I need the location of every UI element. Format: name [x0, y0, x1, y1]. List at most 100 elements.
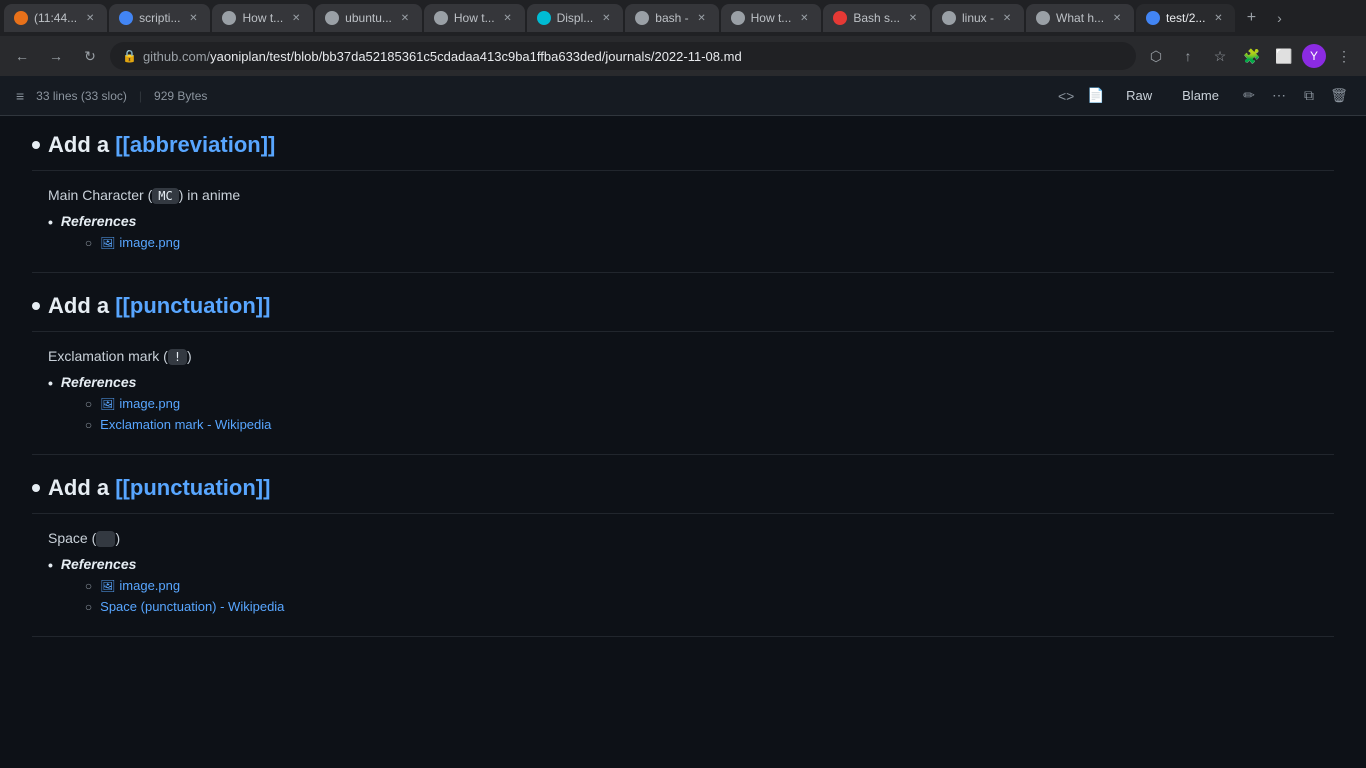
tab-favicon-7	[635, 11, 649, 25]
sub-bullet-1: ○	[85, 236, 92, 250]
main-content: Add a [[abbreviation]] Main Character (M…	[0, 116, 1366, 768]
raw-button[interactable]: Raw	[1115, 83, 1163, 108]
tab-close-10[interactable]: ✕	[1000, 11, 1014, 25]
back-button[interactable]: ←	[8, 42, 36, 70]
tab-12[interactable]: test/2... ✕	[1136, 4, 1235, 32]
sub-list-3: ○ image.png ○ Space (punctuation) - Wiki…	[61, 578, 285, 614]
file-view-icon[interactable]: 📄	[1085, 85, 1107, 107]
tab-close-6[interactable]: ✕	[599, 11, 613, 25]
sub-item-wiki-exclamation: ○ Exclamation mark - Wikipedia	[85, 417, 271, 432]
tab-label-10: linux -	[962, 11, 994, 25]
tab-close-3[interactable]: ✕	[289, 11, 303, 25]
bookmark-icon[interactable]: ☆	[1206, 42, 1234, 70]
inline-code-mc: MC	[152, 188, 178, 204]
tab-close-11[interactable]: ✕	[1110, 11, 1124, 25]
wikipedia-link-space[interactable]: Space (punctuation) - Wikipedia	[100, 599, 284, 614]
url-text: github.com/yaoniplan/test/blob/bb37da521…	[143, 49, 1124, 64]
tab-label-3: How t...	[242, 11, 283, 25]
image-link-2[interactable]: image.png	[100, 396, 180, 411]
wikilink-abbreviation[interactable]: [[abbreviation]]	[115, 132, 275, 157]
file-stats: ≡ 33 lines (33 sloc) | 929 Bytes	[16, 88, 207, 104]
tab-close-9[interactable]: ✕	[906, 11, 920, 25]
list-item-references-2: • References ○ image.png ○ Exclamation m…	[48, 374, 1334, 438]
sidebar-icon[interactable]: ⬜	[1270, 42, 1298, 70]
tab-5[interactable]: How t... ✕	[424, 4, 525, 32]
tab-close-1[interactable]: ✕	[83, 11, 97, 25]
list-icon: ≡	[16, 88, 24, 104]
wikipedia-link-exclamation[interactable]: Exclamation mark - Wikipedia	[100, 417, 271, 432]
tab-label-8: How t...	[751, 11, 792, 25]
image-link-1[interactable]: image.png	[100, 235, 180, 250]
section-punctuation-2-header: Add a [[punctuation]]	[32, 475, 1334, 514]
code-view-icon[interactable]: <>	[1055, 85, 1077, 107]
menu-icon[interactable]: ⋮	[1330, 42, 1358, 70]
extensions-icon[interactable]: 🧩	[1238, 42, 1266, 70]
tab-close-8[interactable]: ✕	[797, 11, 811, 25]
wikilink-punctuation-1[interactable]: [[punctuation]]	[115, 293, 270, 318]
tab-close-7[interactable]: ✕	[695, 11, 709, 25]
section-body-1: Main Character (MC) in anime • Reference…	[32, 187, 1334, 256]
tab-label-11: What h...	[1056, 11, 1104, 25]
tab-6[interactable]: Displ... ✕	[527, 4, 624, 32]
tab-close-5[interactable]: ✕	[501, 11, 515, 25]
address-bar: ← → ↻ 🔒 github.com/yaoniplan/test/blob/b…	[0, 36, 1366, 76]
image-link-3[interactable]: image.png	[100, 578, 180, 593]
copy-icon[interactable]: ⧉	[1298, 85, 1320, 107]
references-container-2: References ○ image.png ○ Exclamation mar…	[61, 374, 271, 438]
edit-icon[interactable]: ✏	[1238, 85, 1260, 107]
tab-label-12: test/2...	[1166, 11, 1205, 25]
tab-favicon-2	[119, 11, 133, 25]
file-info-bar: ≡ 33 lines (33 sloc) | 929 Bytes <> 📄 Ra…	[0, 76, 1366, 116]
sub-bullet-3b: ○	[85, 600, 92, 614]
bullet-list-2: • References ○ image.png ○ Exclamation m…	[48, 374, 1334, 438]
tab-favicon-3	[222, 11, 236, 25]
section-text-2: Exclamation mark (!)	[48, 348, 1334, 364]
tab-scroll-arrow[interactable]: ›	[1267, 6, 1291, 30]
section-punctuation-2: Add a [[punctuation]] Space ( ) • Refere…	[32, 475, 1334, 620]
tab-close-2[interactable]: ✕	[186, 11, 200, 25]
tab-8[interactable]: How t... ✕	[721, 4, 822, 32]
tab-7[interactable]: bash - ✕	[625, 4, 718, 32]
lines-count: 33 lines (33 sloc)	[36, 89, 127, 103]
tab-favicon-5	[434, 11, 448, 25]
delete-icon[interactable]: 🗑	[1328, 85, 1350, 107]
url-bar[interactable]: 🔒 github.com/yaoniplan/test/blob/bb37da5…	[110, 42, 1136, 70]
forward-button[interactable]: →	[42, 42, 70, 70]
tab-label-4: ubuntu...	[345, 11, 392, 25]
more-icon[interactable]: ⋯	[1268, 85, 1290, 107]
divider-3	[32, 636, 1334, 637]
profile-icon[interactable]: Y	[1302, 44, 1326, 68]
tab-label-9: Bash s...	[853, 11, 900, 25]
tab-9[interactable]: Bash s... ✕	[823, 4, 930, 32]
tab-11[interactable]: What h... ✕	[1026, 4, 1134, 32]
references-label-2: References	[61, 374, 137, 390]
tab-label-7: bash -	[655, 11, 688, 25]
tab-10[interactable]: linux - ✕	[932, 4, 1024, 32]
bullet-dot-1: •	[48, 214, 53, 230]
tab-label-1: (11:44...	[34, 11, 77, 25]
new-tab-button[interactable]: +	[1237, 4, 1265, 32]
references-container-3: References ○ image.png ○ Space (punctuat…	[61, 556, 285, 620]
tab-4[interactable]: ubuntu... ✕	[315, 4, 422, 32]
tab-close-12[interactable]: ✕	[1211, 11, 1225, 25]
blame-button[interactable]: Blame	[1171, 83, 1230, 108]
tab-3[interactable]: How t... ✕	[212, 4, 313, 32]
tab-close-4[interactable]: ✕	[398, 11, 412, 25]
tab-2[interactable]: scripti... ✕	[109, 4, 210, 32]
sub-bullet-2a: ○	[85, 397, 92, 411]
tab-favicon-8	[731, 11, 745, 25]
section-punctuation-1: Add a [[punctuation]] Exclamation mark (…	[32, 293, 1334, 438]
tab-1[interactable]: (11:44... ✕	[4, 4, 107, 32]
wikilink-punctuation-2[interactable]: [[punctuation]]	[115, 475, 270, 500]
refresh-button[interactable]: ↻	[76, 42, 104, 70]
share-icon[interactable]: ↑	[1174, 42, 1202, 70]
section-bullet-2	[32, 302, 40, 310]
divider-1	[32, 272, 1334, 273]
bullet-dot-2: •	[48, 375, 53, 391]
translate-icon[interactable]: ⬡	[1142, 42, 1170, 70]
tab-favicon-12	[1146, 11, 1160, 25]
file-size: 929 Bytes	[154, 89, 207, 103]
section-abbreviation-header: Add a [[abbreviation]]	[32, 132, 1334, 171]
section-bullet-3	[32, 484, 40, 492]
list-item-references-1: • References ○ image.png	[48, 213, 1334, 256]
